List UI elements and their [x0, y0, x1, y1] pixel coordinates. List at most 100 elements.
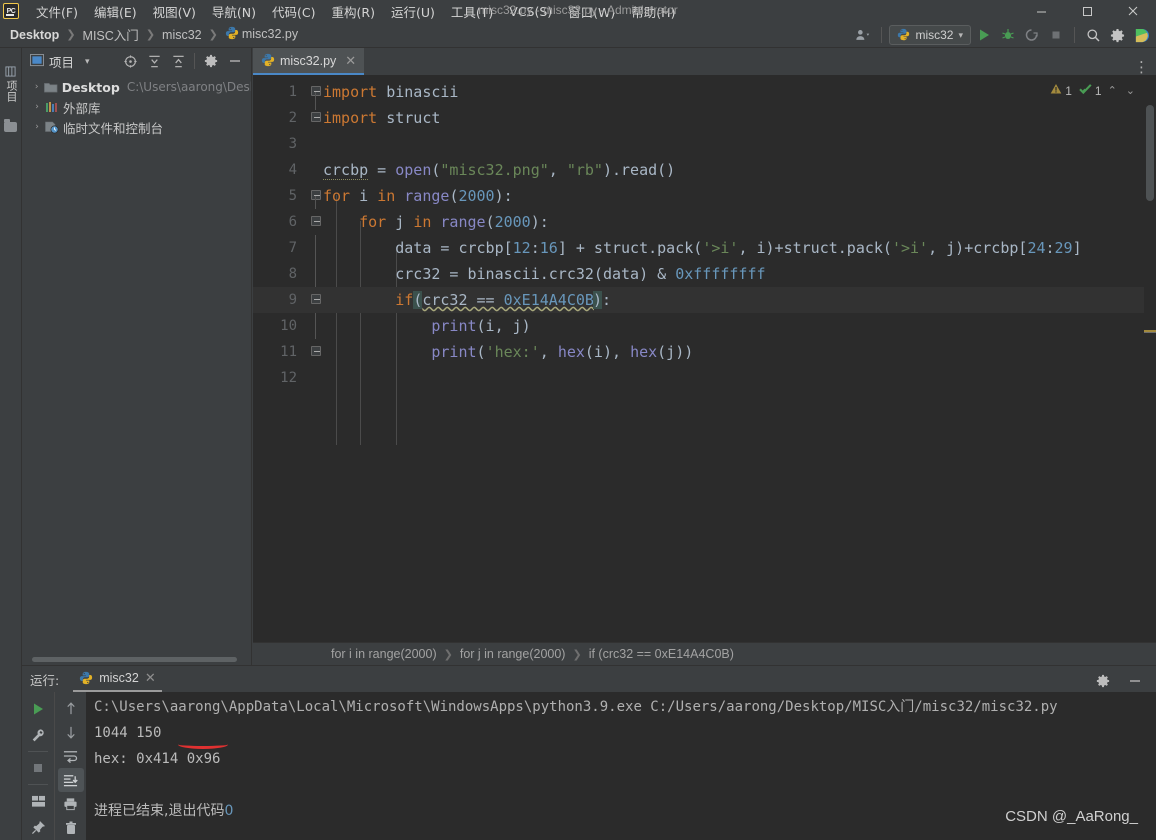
run-configuration-selector[interactable]: misc32 ▾ — [889, 25, 971, 45]
stop-process-button[interactable] — [25, 755, 51, 781]
print-button[interactable] — [58, 792, 84, 816]
project-panel-header: 项目 ▾ — [22, 48, 251, 75]
code-line[interactable]: 6 for j in range(2000): — [253, 196, 1156, 235]
inspection-widget[interactable]: 1 1 ⌃ ⌄ — [1050, 83, 1138, 98]
editor-overflow-menu-icon[interactable]: ⋮ — [1134, 60, 1150, 75]
code-line[interactable]: 11 print('hex:', hex(i), hex(j)) — [253, 326, 1156, 365]
soft-wrap-button[interactable] — [58, 744, 84, 768]
close-icon[interactable]: ✕ — [345, 53, 356, 69]
debug-button[interactable] — [997, 24, 1019, 46]
ide-assistant-icon[interactable] — [1130, 24, 1152, 46]
fold-marker-icon[interactable] — [311, 86, 321, 96]
editor-breadcrumb-item-0[interactable]: for i in range(2000) — [331, 647, 437, 661]
fold-column[interactable] — [309, 92, 323, 131]
breadcrumb-item-file[interactable]: misc32.py — [223, 26, 300, 43]
clear-all-button[interactable] — [58, 816, 84, 840]
menu-item-view[interactable]: 视图(V) — [145, 0, 204, 23]
run-console-output[interactable]: C:\Users\aarong\AppData\Local\Microsoft\… — [86, 692, 1156, 840]
code-line[interactable]: 5 for i in range(2000): — [253, 183, 1156, 209]
expand-all-icon[interactable] — [144, 51, 164, 71]
chevron-up-icon[interactable]: ⌃ — [1105, 84, 1120, 97]
breadcrumb-item-misc-intro[interactable]: MISC入门 — [81, 25, 141, 44]
fold-column[interactable] — [309, 196, 323, 235]
code-line[interactable]: 8 crc32 = binascii.crc32(data) & 0xfffff… — [253, 261, 1156, 287]
code-line[interactable]: 7 data = crcbp[12:16] + struct.pack('>i'… — [253, 235, 1156, 261]
menu-item-edit[interactable]: 编辑(E) — [86, 0, 145, 23]
scrollbar-thumb[interactable] — [32, 657, 237, 662]
code-line-current[interactable]: 9 if(crc32 == 0xE14A4C0B): — [253, 274, 1156, 313]
fold-marker-icon[interactable] — [311, 294, 321, 304]
tool-window-tab-project[interactable]: 项目 — [0, 54, 22, 114]
code-editor[interactable]: 1 import binascii 2 import struct 3 4 cr… — [253, 75, 1156, 665]
hide-run-panel-icon[interactable] — [1122, 668, 1148, 694]
menu-item-vcs[interactable]: VCS(S) — [501, 2, 560, 21]
select-opened-file-icon[interactable] — [120, 51, 140, 71]
menu-item-tools[interactable]: 工具(T) — [443, 0, 501, 23]
user-account-icon[interactable] — [852, 24, 874, 46]
scroll-down-button[interactable] — [58, 720, 84, 744]
tree-node-desktop[interactable]: › Desktop C:\Users\aarong\Desk — [22, 77, 251, 97]
editor-vertical-scrollbar[interactable] — [1144, 75, 1156, 665]
fold-column[interactable] — [309, 79, 323, 105]
breadcrumb-item-desktop[interactable]: Desktop — [8, 28, 61, 42]
pin-tab-button[interactable] — [25, 814, 51, 840]
minimize-button[interactable] — [1018, 0, 1064, 22]
run-button[interactable] — [973, 24, 995, 46]
menu-item-help[interactable]: 帮助(H) — [623, 0, 683, 23]
fold-marker-icon[interactable] — [311, 190, 321, 200]
menu-item-refactor[interactable]: 重构(R) — [324, 0, 383, 23]
search-icon[interactable] — [1082, 24, 1104, 46]
edit-configuration-button[interactable] — [25, 722, 51, 748]
chevron-down-icon[interactable]: ⌄ — [1123, 84, 1138, 97]
fold-column[interactable] — [309, 274, 323, 313]
hide-panel-icon[interactable] — [225, 51, 245, 71]
project-horizontal-scrollbar[interactable] — [22, 655, 252, 663]
menu-item-code[interactable]: 代码(C) — [264, 0, 323, 23]
code-line[interactable]: 10 print(i, j) — [253, 313, 1156, 339]
chevron-down-icon[interactable]: ▾ — [85, 57, 90, 67]
fold-marker-icon[interactable] — [311, 346, 321, 356]
chevron-right-icon[interactable]: › — [30, 122, 44, 132]
fold-column[interactable] — [309, 326, 323, 365]
tree-node-external-libraries[interactable]: › 外部库 — [22, 97, 251, 117]
menu-item-file[interactable]: 文件(F) — [28, 0, 86, 23]
editor-breadcrumb-item-2[interactable]: if (crc32 == 0xE14A4C0B) — [589, 647, 734, 661]
menu-item-window[interactable]: 窗口(W) — [560, 0, 623, 23]
close-icon[interactable]: ✕ — [145, 670, 156, 686]
project-panel-title[interactable]: 项目 ▾ — [30, 52, 90, 71]
run-tab-misc32[interactable]: misc32 ✕ — [73, 666, 162, 692]
layout-button[interactable] — [25, 788, 51, 814]
editor-breadcrumb-item-1[interactable]: for j in range(2000) — [460, 647, 566, 661]
console-exit-code: 0 — [224, 803, 234, 819]
tree-node-scratches[interactable]: › 临时文件和控制台 — [22, 117, 251, 137]
menu-item-navigate[interactable]: 导航(N) — [204, 0, 264, 23]
code-line[interactable]: 3 — [253, 131, 1156, 157]
run-settings-gear-icon[interactable] — [1090, 668, 1116, 694]
settings-gear-icon[interactable] — [201, 51, 221, 71]
folder-icon — [43, 80, 57, 95]
code-line[interactable]: 4 crcbp = open("misc32.png", "rb").read(… — [253, 157, 1156, 183]
chevron-right-icon[interactable]: › — [30, 102, 44, 112]
gear-icon[interactable] — [1106, 24, 1128, 46]
close-button[interactable] — [1110, 0, 1156, 22]
run-coverage-button[interactable] — [1021, 24, 1043, 46]
code-line[interactable]: 2 import struct — [253, 92, 1156, 131]
scroll-up-button[interactable] — [58, 696, 84, 720]
fold-marker-icon[interactable] — [311, 112, 321, 122]
code-line[interactable]: 12 — [253, 365, 1156, 391]
maximize-button[interactable] — [1064, 0, 1110, 22]
scrollbar-thumb[interactable] — [1146, 105, 1154, 201]
fold-column[interactable] — [309, 183, 323, 209]
stop-button[interactable] — [1045, 24, 1067, 46]
code-line[interactable]: 1 import binascii — [253, 79, 1156, 105]
structure-stripe-icon[interactable] — [4, 119, 17, 132]
collapse-all-icon[interactable] — [168, 51, 188, 71]
code-text: import struct — [323, 109, 441, 127]
chevron-right-icon[interactable]: › — [30, 82, 43, 92]
menu-item-run[interactable]: 运行(U) — [383, 0, 443, 23]
scroll-to-end-button[interactable] — [57, 768, 84, 792]
editor-tab-misc32[interactable]: misc32.py ✕ — [253, 48, 365, 75]
fold-marker-icon[interactable] — [311, 216, 321, 226]
breadcrumb-item-misc32[interactable]: misc32 — [160, 28, 204, 42]
rerun-button[interactable] — [25, 696, 51, 722]
